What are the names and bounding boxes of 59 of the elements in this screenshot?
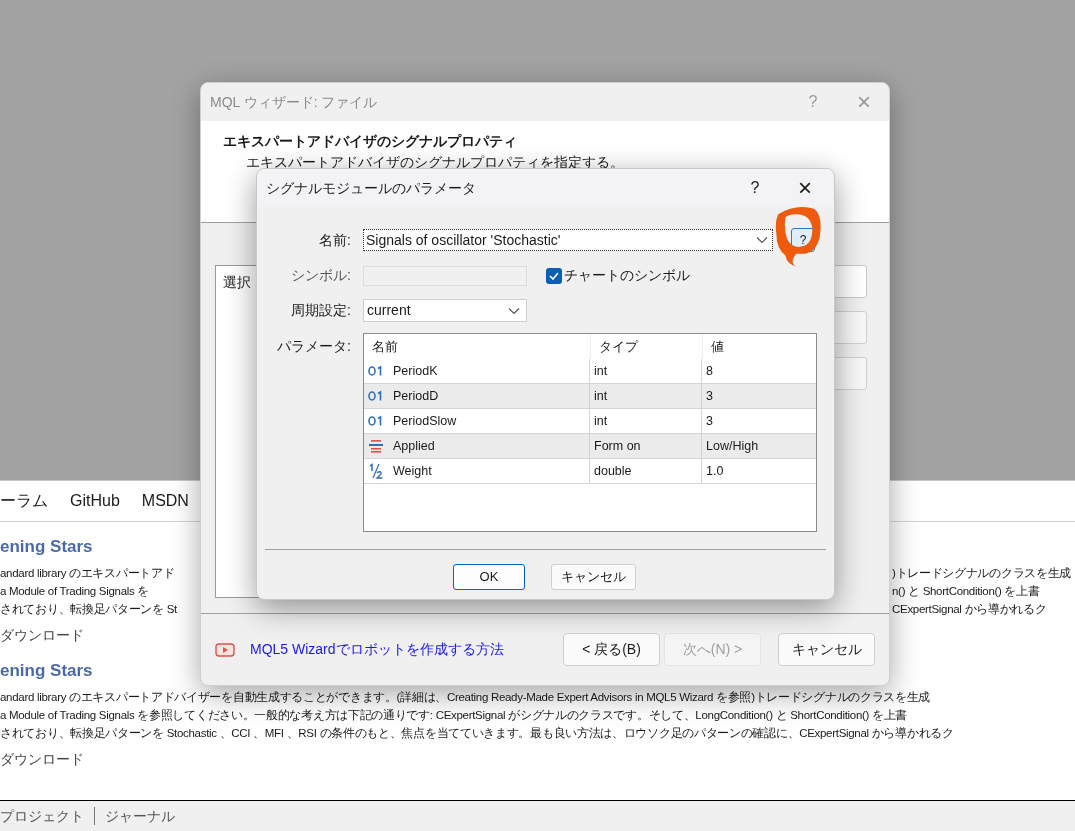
dialog-button[interactable]: キャンセル — [551, 564, 636, 590]
integer-type-icon — [368, 365, 384, 377]
article-text: CExpertSignal から導かれるク — [892, 602, 1047, 617]
page-heading: エキスパートアドバイザのシグナルプロパティ — [223, 132, 518, 151]
article-text: a Module of Trading Signals を — [0, 585, 150, 597]
wizard-button[interactable]: < 戻る(B) — [563, 633, 660, 666]
nav-link[interactable]: GitHub — [70, 489, 120, 513]
integer-type-icon — [368, 415, 384, 427]
table-cell: double — [590, 459, 702, 483]
table-cell-text: Weight — [393, 462, 432, 480]
table-cell: int — [590, 384, 702, 408]
table-cell[interactable]: 8 — [702, 359, 816, 383]
chevron-down-icon — [756, 236, 768, 244]
table-cell-text: Applied — [393, 437, 435, 455]
table-cell-text: PeriodD — [393, 387, 439, 405]
table-cell[interactable]: Low/High — [702, 434, 816, 458]
video-link[interactable]: MQL5 Wizardでロボットを作成する方法 — [250, 639, 504, 660]
window-title: MQL ウィザード: ファイル — [210, 92, 378, 112]
article-text: andard library のエキスパートアドバイザーを自動生成することができます。(詳細は、Creating Ready-Made Expert Advisors in MQL5 Wizard を参照)トレードシグナルのクラスを生成 — [0, 690, 931, 706]
download-link[interactable]: ダウンロード — [0, 750, 84, 771]
article-text: されており、転換足パターンを Stochastic 、CCI 、MFI 、RSI の条件のもと、焦点を当てていきます。最も良い方法は、ロウソク足のパターンの確認に、CExpertSignal から導かれるク — [0, 726, 954, 742]
signal-dropdown[interactable]: Signals of oscillator 'Stochastic' — [363, 229, 773, 251]
panel-tab[interactable]: プロジェクト — [0, 805, 84, 827]
article-title[interactable]: ening Stars — [0, 536, 93, 558]
table-cell[interactable]: 3 — [702, 384, 816, 408]
chevron-down-icon — [508, 306, 520, 315]
nav-link[interactable]: ーラム — [0, 489, 48, 513]
period-dropdown[interactable]: current — [363, 299, 527, 322]
table-cell: int — [590, 409, 702, 433]
field-label: シンボル: — [290, 266, 351, 285]
video-play-icon — [215, 642, 235, 657]
article-title[interactable]: ening Stars — [0, 660, 93, 683]
article-text: a Module of Trading Signals を参照してください。一般的な考え方は下記の通りです: CExpertSignal がシグナルのクラスです。そして、LongCondition() と ShortCondition() を上書 — [0, 708, 908, 724]
article-text: )トレードシグナルのクラスを生成 — [892, 566, 1072, 581]
article-text: n() と ShortCondition() を上書 — [892, 584, 1040, 599]
table-cell-text: PeriodK — [393, 362, 438, 380]
table-cell: Form on — [590, 434, 702, 458]
dialog-title: シグナルモジュールのパラメータ — [266, 178, 476, 198]
article-text: andard library のエキスパートアド — [0, 567, 175, 579]
field-label: パラメータ: — [276, 337, 351, 356]
column-header[interactable]: 名前 — [364, 334, 590, 359]
table-cell-text: PeriodSlow — [393, 412, 457, 430]
integer-type-icon — [368, 390, 384, 402]
fraction-type-icon — [368, 463, 384, 479]
table-cell: int — [590, 359, 702, 383]
download-link[interactable]: ダウンロード — [0, 626, 84, 647]
list-type-icon — [368, 439, 384, 453]
field-label: 周期設定: — [290, 301, 351, 320]
article-text: されており、転換足パターンを St — [0, 603, 177, 615]
chart-symbol-checkbox[interactable]: チャートのシンボル — [546, 265, 690, 286]
panel-tab[interactable]: ジャーナル — [105, 805, 175, 827]
help-button[interactable]: ? — [740, 176, 770, 200]
table-cell[interactable]: 1.0 — [702, 459, 816, 483]
field-label: 名前: — [318, 230, 351, 250]
dialog-button[interactable]: OK — [453, 564, 525, 590]
wizard-button[interactable]: キャンセル — [778, 633, 875, 666]
table-cell[interactable]: 3 — [702, 409, 816, 433]
nav-link[interactable]: MSDN — [141, 489, 189, 513]
close-button[interactable]: × — [792, 176, 818, 200]
